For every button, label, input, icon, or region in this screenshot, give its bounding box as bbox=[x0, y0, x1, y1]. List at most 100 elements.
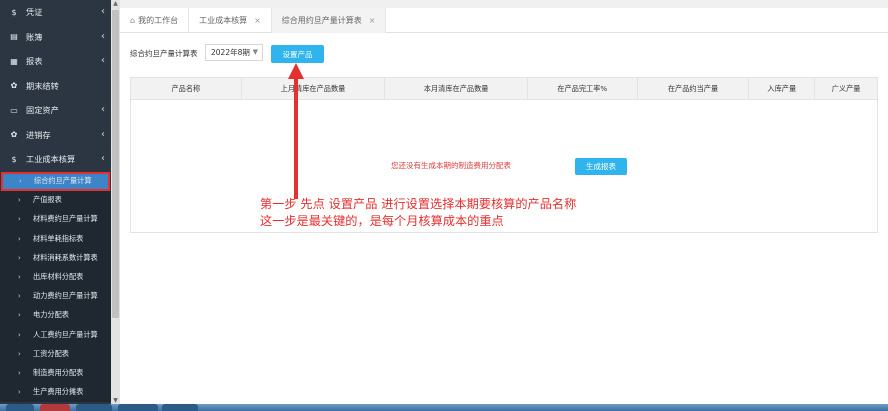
sidebar-subitem[interactable]: › 材料消耗系数计算表 bbox=[0, 248, 111, 268]
sidebar-subitem-label: 综合约旦产量计算 bbox=[34, 176, 92, 186]
chevron-right-icon: › bbox=[18, 196, 21, 205]
sidebar-subitem[interactable]: › 出库材料分配表 bbox=[0, 267, 111, 287]
tab-bar: ⌂ 我的工作台 工业成本核算 × 综合用约旦产量计算表 × bbox=[120, 8, 888, 33]
annotation-line-1: 第一步 先点 设置产品 进行设置选择本期要核算的产品名称 bbox=[260, 197, 577, 211]
sidebar-subitem-label: 电力分配表 bbox=[33, 310, 69, 320]
sidebar: $ 凭证 ‹ ▤ 账簿 ‹ ▦ 报表 ‹ ✿ 期末结转 ▭ 固定资产 ‹ ✿ 进销存 ‹ $ 工业成本核算 ‹ › 综合… bbox=[0, 0, 111, 404]
tab-workbench[interactable]: ⌂ 我的工作台 bbox=[120, 8, 190, 33]
taskbar bbox=[0, 404, 888, 411]
chevron-right-icon: › bbox=[18, 368, 21, 377]
taskbar-button[interactable] bbox=[40, 404, 70, 411]
period-select[interactable]: 2022年8期 ▼ bbox=[205, 44, 263, 61]
chevron-left-icon: ‹ bbox=[101, 55, 105, 66]
sidebar-item-period-close[interactable]: ✿ 期末结转 bbox=[0, 74, 111, 99]
sidebar-item-dollar[interactable]: $ 凭证 ‹ bbox=[0, 0, 111, 25]
chevron-right-icon: › bbox=[18, 388, 21, 397]
sidebar-subitem-label: 材料费约旦产量计算 bbox=[33, 214, 98, 224]
dollar-icon: $ bbox=[11, 7, 17, 17]
chevron-left-icon: ‹ bbox=[101, 6, 105, 17]
column-header[interactable]: 在产品完工率% bbox=[528, 78, 638, 99]
sidebar-item-label: 报表 bbox=[26, 56, 43, 67]
chevron-right-icon: › bbox=[18, 273, 21, 282]
sidebar-item-label: 期末结转 bbox=[26, 80, 59, 91]
scroll-down-icon[interactable]: ▼ bbox=[111, 397, 120, 404]
sidebar-subitem-label: 材料消耗系数计算表 bbox=[33, 252, 98, 262]
inventory-icon: ✿ bbox=[10, 130, 18, 140]
tab-equivalent-output[interactable]: 综合用约旦产量计算表 × bbox=[271, 8, 387, 33]
column-header[interactable]: 入库产量 bbox=[749, 78, 816, 99]
sidebar-subitem[interactable]: › 材料单耗指标表 bbox=[0, 229, 111, 249]
sidebar-item-report[interactable]: ▦ 报表 ‹ bbox=[0, 49, 111, 74]
tab-label: 我的工作台 bbox=[138, 16, 179, 25]
column-header[interactable]: 在产品约当产量 bbox=[638, 78, 750, 99]
tab-label: 工业成本核算 bbox=[199, 16, 248, 25]
sidebar-subitem[interactable]: › 电力分配表 bbox=[0, 305, 111, 325]
period-value: 2022年8期 bbox=[211, 48, 250, 57]
cost-accounting-icon: $ bbox=[11, 154, 17, 164]
sidebar-item-label: 固定资产 bbox=[26, 105, 59, 116]
sidebar-subitem[interactable]: › 生产费用分摊表 bbox=[0, 382, 111, 402]
taskbar-button[interactable] bbox=[118, 404, 158, 411]
chevron-right-icon: › bbox=[18, 253, 21, 262]
sidebar-subitem[interactable]: › 动力费约旦产量计算 bbox=[0, 286, 111, 306]
chevron-left-icon: ‹ bbox=[101, 128, 105, 140]
sidebar-item-fixed-asset[interactable]: ▭ 固定资产 ‹ bbox=[0, 98, 111, 123]
sidebar-scrollbar[interactable]: ▲ ▼ bbox=[111, 0, 120, 404]
generate-report-button[interactable]: 生成报表 bbox=[575, 158, 627, 175]
chevron-right-icon: › bbox=[18, 330, 21, 339]
chevron-right-icon: › bbox=[18, 349, 21, 358]
sidebar-subitem-label: 人工费约旦产量计算 bbox=[33, 329, 98, 339]
sidebar-item-label: 凭证 bbox=[26, 7, 43, 18]
annotation-line-2: 这一步是最关键的，是每个月核算成本的重点 bbox=[260, 214, 504, 228]
home-icon: ⌂ bbox=[130, 16, 136, 25]
sidebar-subitem-label: 出库材料分配表 bbox=[33, 272, 84, 282]
chevron-right-icon: › bbox=[18, 292, 21, 301]
sidebar-subitem-label: 产值报表 bbox=[33, 195, 62, 205]
tab-label: 综合用约旦产量计算表 bbox=[281, 16, 362, 25]
sidebar-subitem-label: 动力费约旦产量计算 bbox=[33, 291, 98, 301]
sidebar-subitem[interactable]: › 产值报表 bbox=[0, 190, 111, 210]
chevron-down-icon: ▼ bbox=[252, 48, 258, 56]
ledger-icon: ▤ bbox=[10, 32, 18, 42]
sidebar-subitem-label: 制造费用分配表 bbox=[33, 367, 84, 377]
column-header[interactable]: 产品名称 bbox=[131, 78, 242, 99]
chevron-left-icon: ‹ bbox=[101, 30, 105, 42]
chevron-right-icon: › bbox=[18, 234, 21, 243]
column-header[interactable]: 广义产量 bbox=[815, 78, 877, 99]
taskbar-button[interactable] bbox=[76, 404, 112, 411]
chevron-left-icon: ‹ bbox=[101, 104, 105, 115]
scroll-thumb[interactable] bbox=[112, 10, 119, 318]
scroll-up-icon[interactable]: ▲ bbox=[111, 0, 120, 7]
chevron-right-icon: › bbox=[18, 215, 21, 224]
sidebar-subitem[interactable]: › 工资分配表 bbox=[0, 344, 111, 364]
close-icon[interactable]: × bbox=[254, 16, 261, 25]
chevron-right-icon: › bbox=[18, 311, 21, 320]
sidebar-subitem-label: 工资分配表 bbox=[33, 348, 69, 358]
fixed-asset-icon: ▭ bbox=[10, 105, 18, 115]
sidebar-subitem-label: 生产费用分摊表 bbox=[33, 387, 84, 397]
sidebar-subitem[interactable]: › 材料费约旦产量计算 bbox=[0, 209, 111, 230]
empty-message: 您还没有生成本期的制造费用分配表 bbox=[391, 161, 511, 170]
close-icon[interactable]: × bbox=[369, 16, 376, 25]
sidebar-item-label: 工业成本核算 bbox=[26, 154, 76, 165]
sidebar-subitem-label: 材料单耗指标表 bbox=[33, 233, 84, 243]
sidebar-subitem[interactable]: › 制造费用分配表 bbox=[0, 363, 111, 383]
report-title-label: 综合约旦产量计算表 bbox=[130, 49, 198, 58]
sidebar-item-ledger[interactable]: ▤ 账簿 ‹ bbox=[0, 25, 111, 50]
column-header[interactable]: 本月清库在产品数量 bbox=[385, 78, 528, 99]
chevron-left-icon: ‹ bbox=[101, 153, 105, 164]
taskbar-button[interactable] bbox=[162, 404, 198, 411]
taskbar-button[interactable] bbox=[6, 404, 34, 411]
sidebar-item-cost-accounting[interactable]: $ 工业成本核算 ‹ bbox=[0, 147, 111, 172]
report-icon: ▦ bbox=[10, 56, 18, 66]
main-content: 综合约旦产量计算表 2022年8期 ▼ 设置产品 产品名称 上月清库在产品数量 本月… bbox=[120, 33, 888, 404]
sidebar-subitem[interactable]: › 综合约旦产量计算 bbox=[1, 171, 110, 191]
sidebar-item-label: 进销存 bbox=[26, 129, 51, 140]
sidebar-subitem[interactable]: › 人工费约旦产量计算 bbox=[0, 325, 111, 345]
grid-header: 产品名称 上月清库在产品数量 本月清库在产品数量 在产品完工率% 在产品约当产量 入库产量… bbox=[131, 78, 877, 100]
sidebar-item-inventory[interactable]: ✿ 进销存 ‹ bbox=[0, 123, 111, 148]
tab-cost-accounting[interactable]: 工业成本核算 × bbox=[189, 8, 272, 33]
column-header[interactable]: 上月清库在产品数量 bbox=[242, 78, 386, 99]
sidebar-item-label: 账簿 bbox=[26, 31, 43, 42]
annotation-text: 第一步 先点 设置产品 进行设置选择本期要核算的产品名称 这一步是最关键的，是每… bbox=[260, 196, 576, 230]
